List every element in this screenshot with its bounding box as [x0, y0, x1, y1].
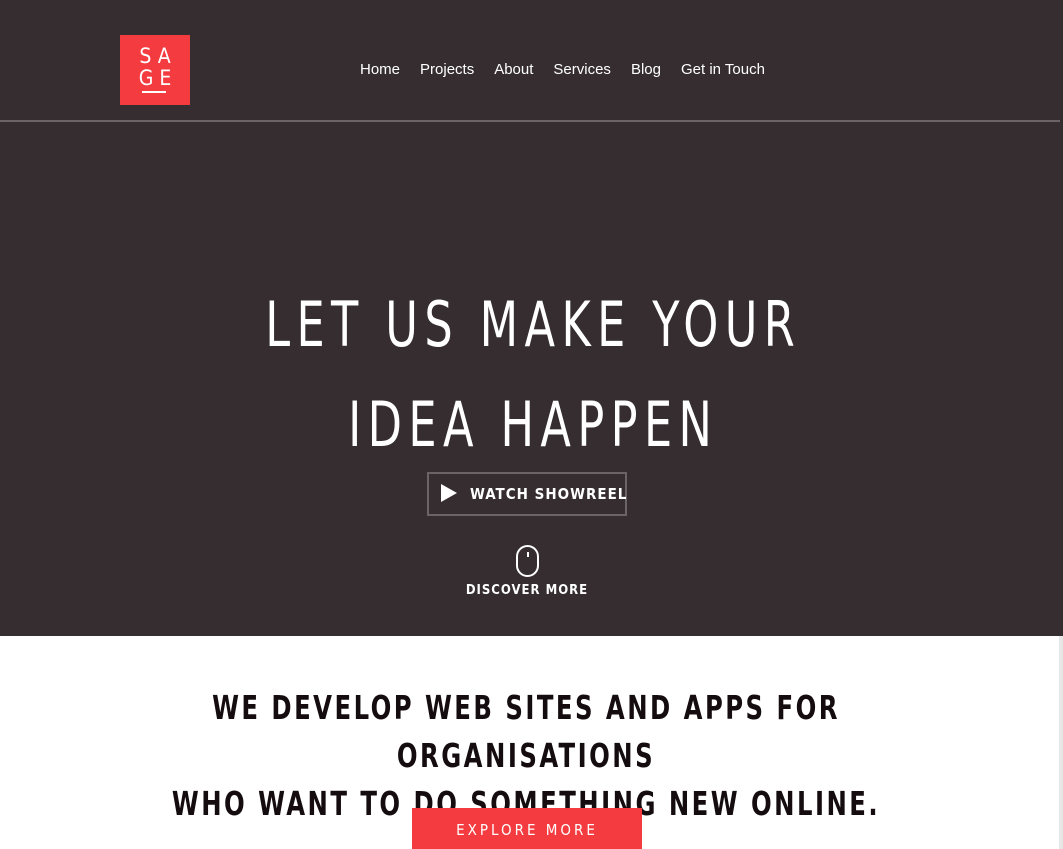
nav-item-services[interactable]: Services [553, 60, 611, 80]
header-divider [0, 120, 1060, 122]
logo[interactable]: SA GE [120, 35, 190, 105]
intro-heading: WE DEVELOP WEB SITES AND APPS FOR ORGANI… [95, 684, 958, 828]
hero-title-line-1: LET US MAKE YOUR [265, 288, 802, 361]
play-icon [441, 484, 457, 502]
discover-more-link[interactable]: DISCOVER MORE [0, 583, 1054, 598]
site-header: SA GE Home Projects About Services Blog … [0, 0, 1063, 121]
mouse-icon[interactable] [516, 545, 539, 577]
hero-title: LET US MAKE YOUR IDEA HAPPEN [108, 275, 958, 475]
nav-item-blog[interactable]: Blog [631, 60, 661, 80]
intro-heading-line-1: WE DEVELOP WEB SITES AND APPS FOR ORGANI… [212, 688, 840, 775]
nav-item-get-in-touch[interactable]: Get in Touch [681, 60, 765, 80]
nav-item-projects[interactable]: Projects [420, 60, 474, 80]
nav-item-home[interactable]: Home [360, 60, 400, 80]
scrollbar[interactable] [1059, 636, 1063, 849]
hero-title-line-2: IDEA HAPPEN [348, 388, 719, 461]
watch-showreel-button[interactable]: WATCH SHOWREEL [427, 472, 627, 516]
explore-more-button[interactable]: EXPLORE MORE [412, 808, 642, 849]
logo-underline [142, 91, 166, 93]
showreel-label: WATCH SHOWREEL [470, 485, 628, 503]
nav-item-about[interactable]: About [494, 60, 533, 80]
mouse-wheel [527, 552, 529, 557]
main-nav: Home Projects About Services Blog Get in… [360, 60, 785, 80]
logo-text: SA GE [138, 44, 178, 90]
